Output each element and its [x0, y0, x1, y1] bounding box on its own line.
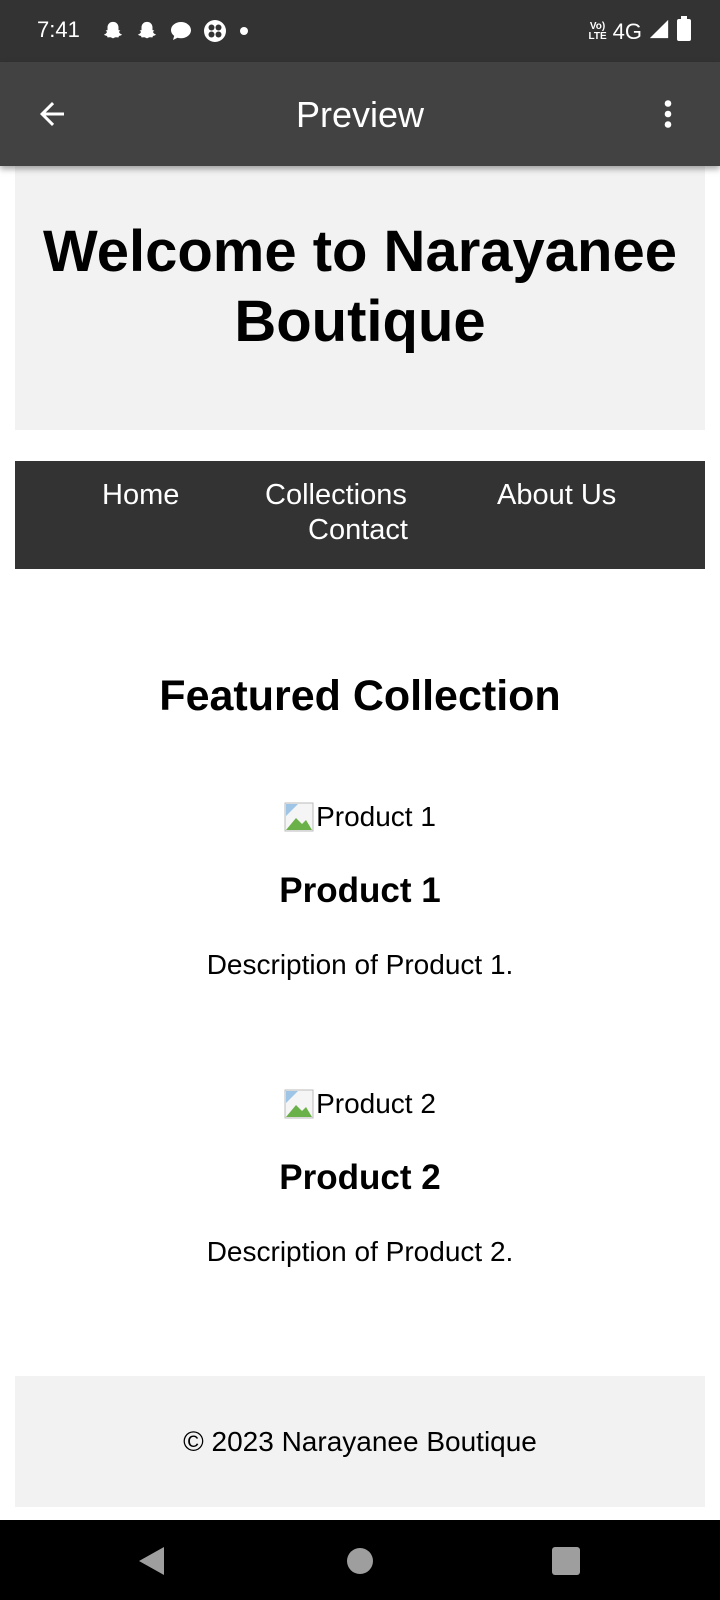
nav-link-about-us[interactable]: About Us: [497, 479, 616, 512]
app-title: Preview: [295, 94, 425, 135]
system-nav-bar: [0, 1520, 720, 1600]
snapchat-icon: [134, 18, 160, 44]
battery-icon: [676, 16, 692, 48]
product-name: Product 2: [279, 1158, 441, 1197]
system-home-button[interactable]: [343, 1544, 377, 1578]
volte-icon: Vo) LTE: [588, 21, 607, 42]
system-back-button[interactable]: [134, 1544, 168, 1578]
network-type: 4G: [612, 19, 642, 44]
status-bar: 7:41 Vo) LTE 4G: [0, 0, 720, 62]
product-description: Description of Product 2.: [206, 1236, 514, 1267]
circle-home-icon: [347, 1548, 373, 1574]
nav-link-contact[interactable]: Contact: [308, 514, 408, 547]
notification-icons: [100, 18, 248, 44]
triangle-back-icon: [139, 1547, 164, 1575]
system-recents-button[interactable]: [549, 1544, 583, 1578]
product-image: Product 1: [284, 800, 436, 834]
clover-app-icon: [202, 18, 228, 44]
product-name: Product 1: [279, 871, 441, 910]
status-time: 7:41: [37, 17, 80, 42]
square-recents-icon: [552, 1547, 580, 1575]
status-right: Vo) LTE 4G: [588, 16, 692, 48]
snapchat-icon: [100, 18, 126, 44]
product-image-alt: Product 1: [316, 801, 436, 832]
product-card: Product 1 Product 1 Description of Produ…: [0, 800, 720, 981]
page-title: Welcome to Narayanee Boutique: [43, 219, 677, 354]
site-nav: Home Collections About Us Contact: [15, 461, 705, 569]
featured-collection-title: Featured Collection: [159, 672, 561, 720]
broken-image-icon: [284, 802, 314, 832]
app-bar: Preview: [0, 62, 720, 166]
signal-icon: [648, 18, 670, 46]
product-card: Product 2 Product 2 Description of Produ…: [0, 1087, 720, 1268]
product-description: Description of Product 1.: [206, 949, 514, 980]
hero-header: Welcome to Narayanee Boutique: [15, 166, 705, 430]
product-image: Product 2: [284, 1087, 436, 1121]
nav-link-collections[interactable]: Collections: [265, 479, 407, 512]
broken-image-icon: [284, 1089, 314, 1119]
notification-dot: [240, 27, 248, 35]
product-image-alt: Product 2: [316, 1088, 436, 1119]
chat-bubble-icon: [168, 18, 194, 44]
more-vert-icon: [664, 100, 672, 128]
more-options-button[interactable]: [646, 92, 690, 136]
nav-link-home[interactable]: Home: [102, 479, 179, 512]
footer-copyright: © 2023 Narayanee Boutique: [183, 1425, 537, 1457]
site-footer: © 2023 Narayanee Boutique: [15, 1376, 705, 1507]
